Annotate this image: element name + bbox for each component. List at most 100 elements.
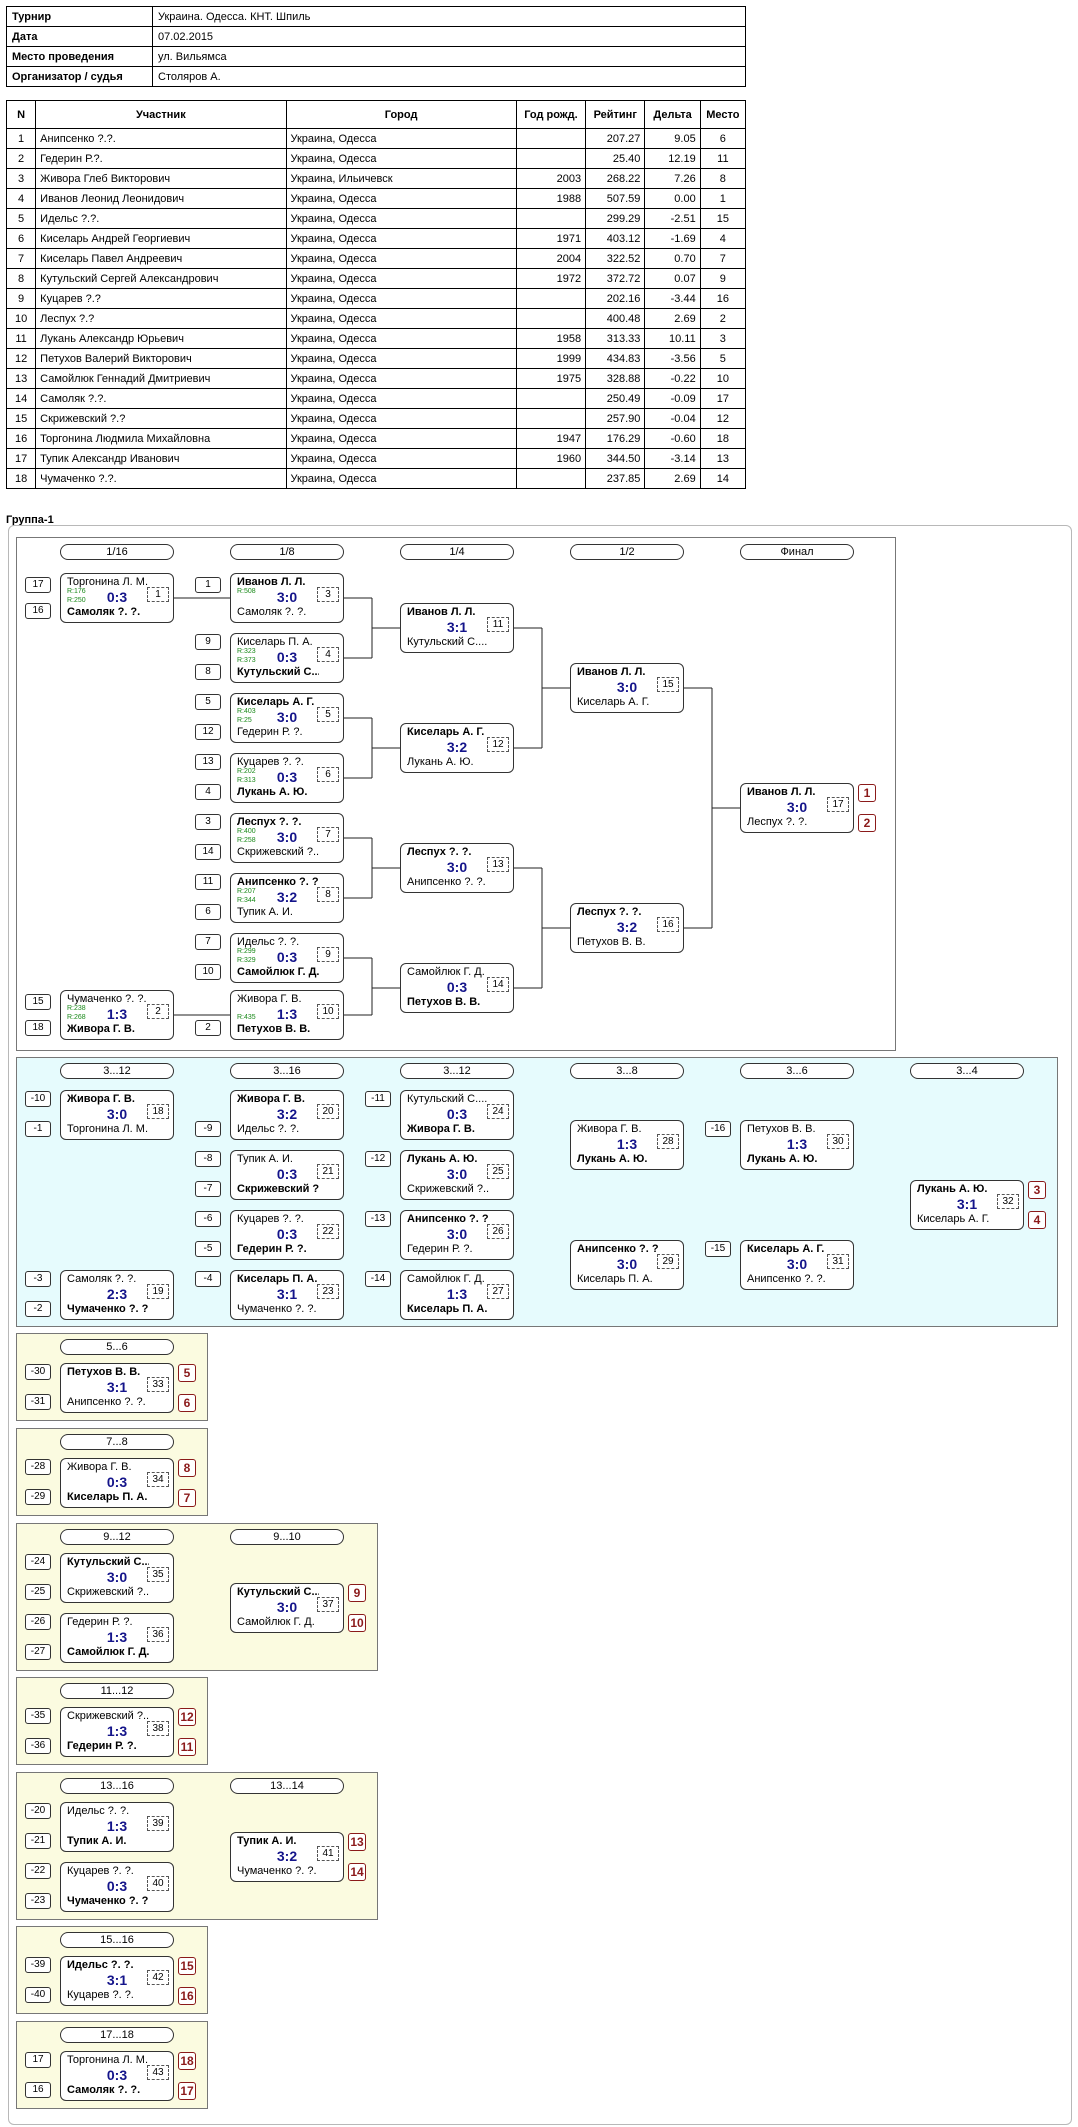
- player-bottom: Куцарев ?. ?.: [67, 1989, 134, 2001]
- match-number: 15: [657, 677, 679, 692]
- match-number: 14: [487, 977, 509, 992]
- player-bottom: Самойлюк Г. Д.: [237, 1616, 315, 1628]
- match-box: Лукань А. Ю. 3:1 Киселарь А. Г. 32: [910, 1180, 1024, 1230]
- table-cell: 18: [5, 468, 37, 489]
- place-badge: 10: [348, 1614, 366, 1632]
- table-cell: 0.07: [644, 268, 701, 289]
- header-birth-year: Год рожд.: [515, 100, 587, 129]
- table-cell: 3: [699, 328, 747, 349]
- table-cell: 1999: [515, 348, 587, 369]
- round-label: 7...8: [60, 1434, 174, 1450]
- match-box: Живора Г. В. 1:3 Лукань А. Ю. 28: [570, 1120, 684, 1170]
- player-bottom: Анипсенко ?. ?.: [747, 1273, 826, 1285]
- table-cell: 250.49: [585, 388, 646, 409]
- seed-box: 9: [195, 634, 221, 650]
- player-top: Киселарь А. Г.: [237, 696, 315, 708]
- round-label: 13...16: [60, 1778, 174, 1794]
- seed-box: -7: [195, 1181, 221, 1197]
- match-box: Живора Г. В. 3:2 Идельс ?. ?. 20: [230, 1090, 344, 1140]
- table-cell: Украина, Одесса: [285, 408, 517, 429]
- table-cell: Лукань Александр Юрьевич: [35, 328, 287, 349]
- seed-box: 1: [195, 577, 221, 593]
- seed-box: -12: [365, 1151, 391, 1167]
- table-cell: 268.22: [585, 168, 646, 189]
- table-row: 3 Живора Глеб Викторович Украина, Ильичевс…: [5, 168, 747, 189]
- table-cell: 2.69: [644, 308, 701, 329]
- table-cell: 328.88: [585, 368, 646, 389]
- match-number: 39: [147, 1816, 169, 1831]
- player-bottom: Гедерин Р. ?.: [407, 1243, 473, 1255]
- player-bottom: Торгонина Л. М.: [67, 1123, 149, 1135]
- seed-box: 6: [195, 904, 221, 920]
- rating-bottom: R:373: [237, 657, 256, 664]
- table-cell: 400.48: [585, 308, 646, 329]
- table-cell: 2003: [515, 168, 587, 189]
- table-cell: 299.29: [585, 208, 646, 229]
- player-top: Торгонина Л. М.: [67, 2054, 149, 2066]
- round-label: 17...18: [60, 2027, 174, 2043]
- table-cell: Украина, Одесса: [285, 468, 517, 489]
- match-box: Петухов В. В. 1:3 Лукань А. Ю. 30: [740, 1120, 854, 1170]
- table-cell: 15: [5, 408, 37, 429]
- table-cell: 0.70: [644, 248, 701, 269]
- round-label: 3...12: [400, 1063, 514, 1079]
- table-cell: 13: [699, 448, 747, 469]
- match-number: 13: [487, 857, 509, 872]
- match-number: 30: [827, 1134, 849, 1149]
- player-bottom: Чумаченко ?. ?.: [67, 1895, 149, 1907]
- seed-box: 14: [195, 844, 221, 860]
- player-bottom: Киселарь П. А.: [67, 1491, 148, 1503]
- match-box: Петухов В. В. 3:1 Анипсенко ?. ?. 33: [60, 1363, 174, 1413]
- table-cell: -0.60: [644, 428, 701, 449]
- match-box: Идельс ?. ?. 1:3 Тупик А. И. 39: [60, 1802, 174, 1852]
- match-box: Киселарь А. Г. 3:0 Гедерин Р. ?. 5 R:403 R:25: [230, 693, 344, 743]
- rating-bottom: R:25: [237, 717, 252, 724]
- table-cell: 17: [5, 448, 37, 469]
- table-cell: 14: [5, 388, 37, 409]
- table-cell: -0.04: [644, 408, 701, 429]
- player-top: Иванов Л. Л.: [407, 606, 476, 618]
- player-top: Леспух ?. ?.: [237, 816, 302, 828]
- match-number: 3: [317, 587, 339, 602]
- seed-box: 17: [25, 577, 51, 593]
- seed-box: -15: [705, 1241, 731, 1257]
- round-label: Финал: [740, 544, 854, 560]
- player-top: Кутульский С....: [407, 1093, 488, 1105]
- table-cell: 1: [699, 188, 747, 209]
- match-number: 5: [317, 707, 339, 722]
- table-cell: Самоляк ?.?.: [35, 388, 287, 409]
- player-top: Киселарь А. Г.: [747, 1243, 825, 1255]
- player-bottom: Самойлюк Г. Д.: [237, 966, 319, 978]
- seed-box: -1: [25, 1121, 51, 1137]
- table-cell: 322.52: [585, 248, 646, 269]
- table-cell: [515, 388, 587, 409]
- rating-top: R:403: [237, 708, 256, 715]
- seed-box: -4: [195, 1271, 221, 1287]
- table-cell: 6: [5, 228, 37, 249]
- round-label: 1/2: [570, 544, 684, 560]
- seed-box: -5: [195, 1241, 221, 1257]
- player-top: Гедерин Р. ?.: [67, 1616, 133, 1628]
- match-box: Гедерин Р. ?. 1:3 Самойлюк Г. Д. 36: [60, 1613, 174, 1663]
- player-bottom: Лукань А. Ю.: [237, 786, 308, 798]
- player-top: Самоляк ?. ?.: [67, 1273, 137, 1285]
- match-number: 20: [317, 1104, 339, 1119]
- seed-box: 13: [195, 754, 221, 770]
- table-cell: 9.05: [644, 128, 701, 149]
- player-bottom: Киселарь А. Г.: [917, 1213, 990, 1225]
- table-cell: 2004: [515, 248, 587, 269]
- player-bottom: Киселарь П. А.: [577, 1273, 653, 1285]
- table-cell: 17: [699, 388, 747, 409]
- table-cell: [515, 288, 587, 309]
- match-number: 29: [657, 1254, 679, 1269]
- seed-box: -28: [25, 1459, 51, 1475]
- rating-bottom: R:344: [237, 897, 256, 904]
- table-cell: 8: [5, 268, 37, 289]
- table-cell: Украина, Одесса: [285, 148, 517, 169]
- seed-box: -31: [25, 1394, 51, 1410]
- place-badge: 12: [178, 1708, 196, 1726]
- table-cell: Кутульский Сергей Александрович: [35, 268, 287, 289]
- player-bottom: Гедерин Р. ?.: [237, 726, 303, 738]
- table-row: 9 Куцарев ?.? Украина, Одесса 202.16 -3.44 16: [5, 288, 747, 309]
- rating-bottom: R:313: [237, 777, 256, 784]
